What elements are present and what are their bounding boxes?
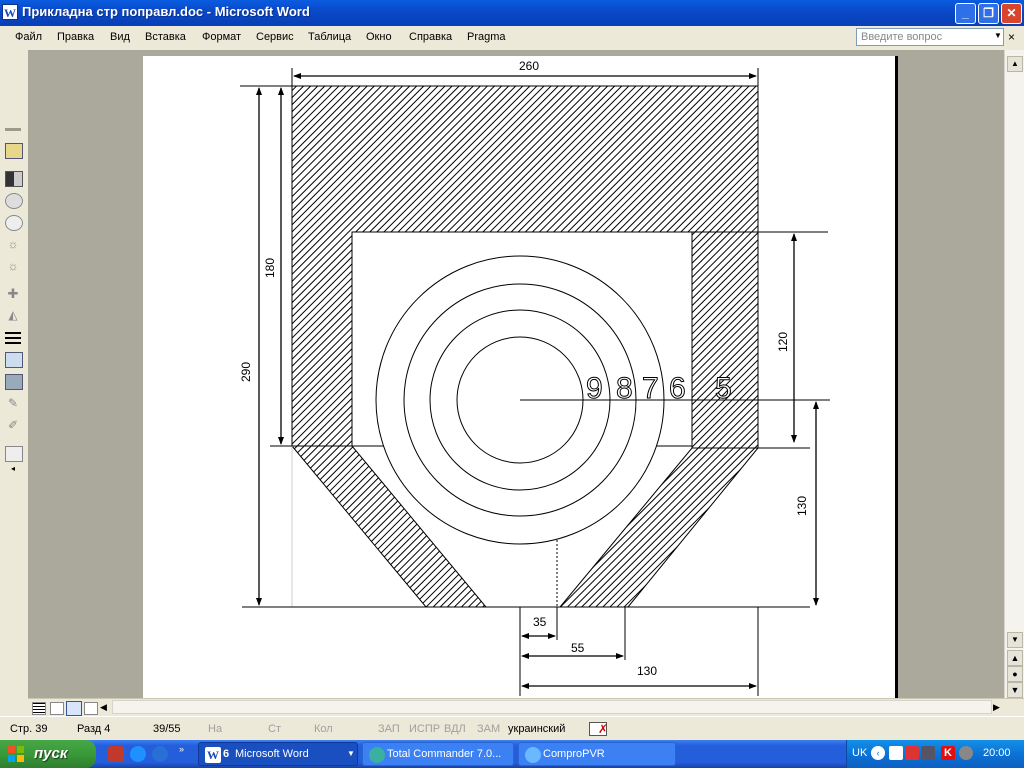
dim-label-180: 180 — [263, 258, 277, 278]
compropvr-icon — [525, 747, 541, 763]
tray-expand-icon[interactable]: ‹ — [871, 746, 885, 760]
status-line: Ст — [268, 723, 281, 735]
start-button[interactable]: пуск — [0, 740, 96, 768]
keyboard-language[interactable]: UK — [852, 747, 867, 759]
quicklaunch-browser-icon[interactable] — [130, 746, 146, 762]
start-label: пуск — [34, 745, 68, 762]
task-word-count: 6 — [223, 748, 230, 760]
outline-view-icon[interactable] — [84, 702, 98, 715]
status-section: Разд 4 — [77, 723, 111, 735]
quicklaunch-app-icon[interactable] — [108, 746, 124, 762]
document-close-icon[interactable]: × — [1008, 30, 1015, 44]
scroll-left-icon[interactable]: ◀ — [100, 702, 107, 713]
technical-drawing[interactable]: 9 8 7 6 5 260 180 290 120 130 35 55 130 — [0, 0, 1004, 698]
status-track-changes[interactable]: ИСПР — [409, 723, 440, 735]
tray-network-icon[interactable] — [921, 746, 935, 760]
dim-label-260: 260 — [519, 59, 539, 73]
next-page-icon[interactable]: ▼ — [1007, 682, 1023, 698]
task-compropvr-label: ComproPVR — [543, 748, 605, 760]
status-bar: Стр. 39 Разд 4 39/55 На Ст Кол ЗАП ИСПР … — [0, 716, 1024, 741]
task-word-label: Microsoft Word — [235, 748, 309, 760]
dim-label-290: 290 — [239, 362, 253, 382]
vertical-scrollbar[interactable]: ▲ ▼ ▲ ● ▼ — [1004, 50, 1024, 698]
dim-label-130-vertical: 130 — [795, 496, 809, 516]
ring-label-7: 7 — [642, 372, 659, 405]
browse-object-icon[interactable]: ● — [1007, 666, 1023, 682]
word-task-icon: W — [205, 747, 221, 763]
status-extend[interactable]: ВДЛ — [444, 723, 466, 735]
spelling-error-mark-icon: ✗ — [598, 722, 609, 736]
task-microsoft-word[interactable]: W 6 Microsoft Word ▼ — [198, 742, 358, 766]
task-total-commander-label: Total Commander 7.0... — [387, 748, 502, 760]
status-column: Кол — [314, 723, 333, 735]
ring-label-8: 8 — [616, 372, 633, 405]
previous-page-icon[interactable]: ▲ — [1007, 650, 1023, 666]
clock[interactable]: 20:00 — [983, 747, 1011, 759]
system-tray: UK ‹ K 20:00 — [846, 740, 1024, 768]
close-button[interactable]: ✕ — [1001, 3, 1022, 24]
tray-antivirus-icon[interactable]: K — [941, 746, 955, 760]
dim-label-120: 120 — [776, 332, 790, 352]
ring-label-6: 6 — [669, 372, 686, 405]
web-layout-icon[interactable] — [50, 702, 64, 715]
total-commander-icon — [369, 747, 385, 763]
normal-view-icon[interactable] — [32, 702, 46, 715]
scroll-up-icon[interactable]: ▲ — [1007, 56, 1023, 72]
horizontal-scrollbar[interactable] — [112, 700, 992, 714]
tray-app-icon-3[interactable] — [959, 746, 973, 760]
windows-logo-icon — [8, 746, 24, 762]
status-language[interactable]: украинский — [508, 723, 565, 735]
quicklaunch-ie-icon[interactable] — [152, 746, 168, 762]
spelling-check-icon[interactable]: ✗ — [589, 722, 609, 736]
task-total-commander[interactable]: Total Commander 7.0... — [362, 742, 514, 766]
scroll-down-icon[interactable]: ▼ — [1007, 632, 1023, 648]
dim-label-35: 35 — [533, 615, 547, 629]
dim-label-55: 55 — [571, 641, 585, 655]
dim-label-130-horizontal: 130 — [637, 664, 657, 678]
task-compropvr[interactable]: ComproPVR — [518, 742, 676, 766]
scroll-right-icon[interactable]: ▶ — [993, 702, 1000, 713]
status-overtype[interactable]: ЗАМ — [477, 723, 500, 735]
tray-app-icon-2[interactable] — [905, 746, 919, 760]
status-page: Стр. 39 — [10, 723, 48, 735]
quicklaunch-more-icon[interactable]: » — [179, 744, 184, 754]
ring-label-5: 5 — [715, 372, 732, 405]
task-group-arrow-icon[interactable]: ▼ — [347, 749, 355, 758]
ring-label-9: 9 — [586, 372, 603, 405]
status-record[interactable]: ЗАП — [378, 723, 400, 735]
status-at: На — [208, 723, 223, 735]
tray-app-icon-1[interactable] — [889, 746, 903, 760]
print-layout-icon[interactable] — [66, 701, 82, 716]
status-pages: 39/55 — [153, 723, 181, 735]
